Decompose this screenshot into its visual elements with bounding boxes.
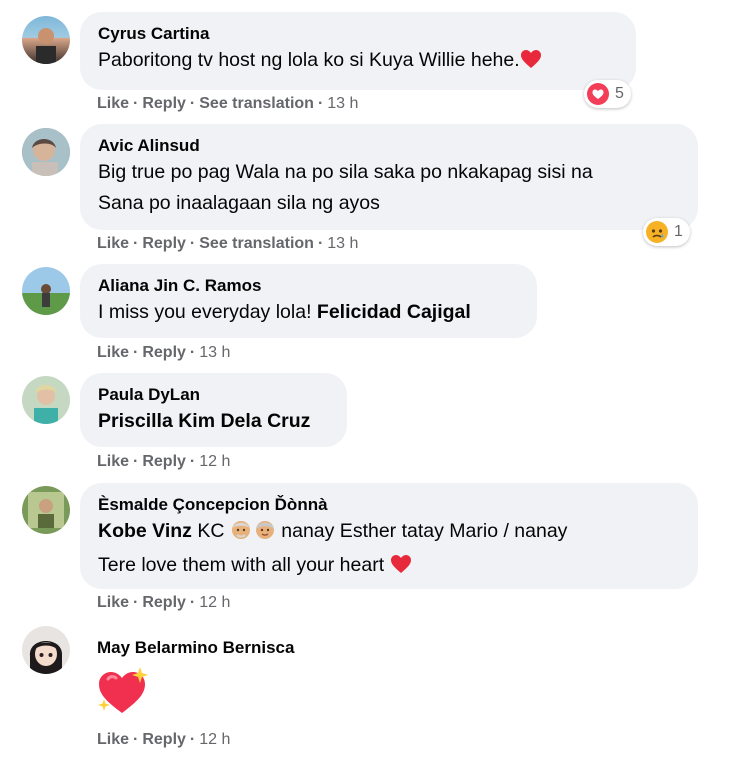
see-translation-link[interactable]: See translation (199, 235, 314, 252)
separator: · (189, 344, 196, 361)
timestamp[interactable]: 12 h (199, 731, 230, 748)
comment-bubble: Èsmalde Çoncepcion Ďònnà Kobe Vinz KC na… (80, 483, 698, 589)
comment-text: Paboritong tv host ng lola ko si Kuya Wi… (98, 45, 618, 79)
separator: · (133, 95, 139, 112)
separator: · (189, 731, 196, 748)
separator: · (189, 235, 196, 252)
comment-text: Priscilla Kim Dela Cruz (98, 406, 329, 437)
reply-button[interactable]: Reply (142, 95, 186, 112)
timestamp[interactable]: 12 h (199, 594, 230, 611)
comment-text-body: KC (191, 520, 230, 542)
comment-text-body: Tere love them with all your heart (98, 554, 390, 576)
comment-text-body: Paboritong tv host ng lola ko si Kuya Wi… (98, 49, 520, 71)
comment-author[interactable]: Paula DyLan (98, 385, 329, 405)
comment-actions: Like · Reply · 12 h (97, 593, 230, 613)
see-translation-link[interactable]: See translation (199, 95, 314, 112)
timestamp[interactable]: 13 h (327, 95, 358, 112)
like-button[interactable]: Like (97, 344, 129, 361)
reaction-count: 1 (674, 223, 683, 240)
reply-button[interactable]: Reply (142, 453, 186, 470)
like-button[interactable]: Like (97, 594, 129, 611)
comment-text: I miss you everyday lola! Felicidad Caji… (98, 297, 519, 328)
heart-reaction-icon (587, 83, 609, 105)
reply-button[interactable]: Reply (142, 731, 186, 748)
comment-text-line: Sana po inaalagaan sila ng ayos (98, 192, 380, 214)
mention-link[interactable]: Felicidad Cajigal (317, 301, 471, 323)
reply-button[interactable]: Reply (142, 594, 186, 611)
avatar[interactable] (22, 16, 70, 64)
reply-button[interactable]: Reply (142, 344, 186, 361)
reaction-count: 5 (615, 85, 624, 102)
separator: · (189, 594, 196, 611)
comment-actions: Like · Reply · See translation · 13 h (97, 94, 358, 114)
separator: · (133, 731, 139, 748)
comment-text-line: Tere love them with all your heart (98, 550, 680, 584)
separator: · (189, 95, 196, 112)
old-woman-emoji-icon (254, 518, 276, 550)
red-heart-icon (520, 48, 542, 79)
separator: · (133, 453, 139, 470)
mention-link[interactable]: Priscilla Kim Dela Cruz (98, 410, 310, 432)
comment-actions: Like · Reply · 12 h (97, 452, 230, 472)
comment-author[interactable]: Èsmalde Çoncepcion Ďònnà (98, 495, 680, 515)
comment-bubble: Avic Alinsud Big true po pag Wala na po … (80, 124, 698, 230)
separator: · (317, 235, 324, 252)
comment-text-line: Big true po pag Wala na po sila saka po … (98, 161, 593, 183)
avatar[interactable] (22, 376, 70, 424)
comment-actions: Like · Reply · See translation · 13 h (97, 234, 358, 254)
reaction-badge[interactable]: 5 (584, 80, 631, 108)
separator: · (133, 344, 139, 361)
timestamp[interactable]: 12 h (199, 453, 230, 470)
like-button[interactable]: Like (97, 731, 129, 748)
comment-bubble: Aliana Jin C. Ramos I miss you everyday … (80, 264, 537, 338)
comment-author[interactable]: Cyrus Cartina (98, 24, 618, 44)
avatar[interactable] (22, 128, 70, 176)
timestamp[interactable]: 13 h (199, 344, 230, 361)
sparkling-heart-icon (96, 665, 152, 722)
reply-button[interactable]: Reply (142, 235, 186, 252)
comment-bubble: Paula DyLan Priscilla Kim Dela Cruz (80, 373, 347, 447)
comment-author[interactable]: Avic Alinsud (98, 136, 680, 156)
comment-text-body: nanay Esther tatay Mario / nanay (275, 520, 568, 542)
like-button[interactable]: Like (97, 235, 129, 252)
comment-author[interactable]: May Belarmino Bernisca (97, 638, 294, 658)
comment-author[interactable]: Aliana Jin C. Ramos (98, 276, 519, 296)
separator: · (133, 235, 139, 252)
comment-actions: Like · Reply · 13 h (97, 343, 230, 363)
avatar[interactable] (22, 486, 70, 534)
like-button[interactable]: Like (97, 95, 129, 112)
separator: · (189, 453, 196, 470)
sad-reaction-icon (646, 221, 668, 243)
reaction-badge[interactable]: 1 (643, 218, 690, 246)
like-button[interactable]: Like (97, 453, 129, 470)
comment-actions: Like · Reply · 12 h (97, 730, 230, 750)
red-heart-icon (390, 553, 412, 584)
comment-text-body: I miss you everyday lola! (98, 301, 317, 323)
separator: · (317, 95, 324, 112)
timestamp[interactable]: 13 h (327, 235, 358, 252)
mention-link[interactable]: Kobe Vinz (98, 520, 192, 542)
old-man-emoji-icon (230, 518, 252, 550)
comment-text-line: Kobe Vinz KC nanay Esther tatay Mario / … (98, 516, 680, 550)
avatar[interactable] (22, 626, 70, 674)
avatar[interactable] (22, 267, 70, 315)
separator: · (133, 594, 139, 611)
comment-bubble: Cyrus Cartina Paboritong tv host ng lola… (80, 12, 636, 90)
